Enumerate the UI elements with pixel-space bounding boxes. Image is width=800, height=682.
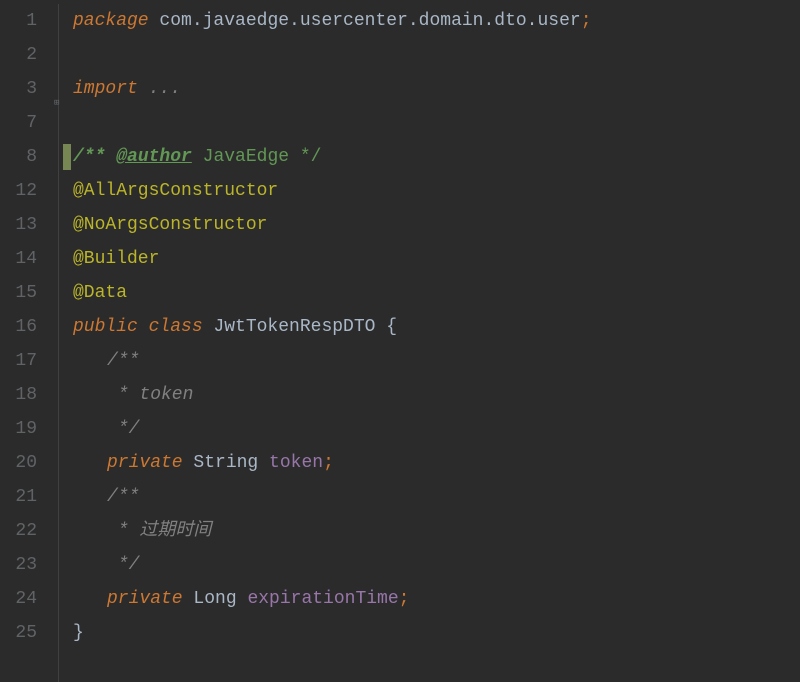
field-expiration: expirationTime (247, 589, 398, 609)
keyword-import: import (73, 79, 138, 99)
javadoc-open: /** (73, 351, 139, 371)
line-number[interactable]: 22 (0, 514, 37, 548)
javadoc-open: /** (73, 487, 139, 507)
line-number[interactable]: 25 (0, 616, 37, 650)
line-number[interactable]: 14 (0, 242, 37, 276)
semicolon: ; (399, 589, 410, 609)
javadoc-close: */ (73, 419, 139, 439)
code-line[interactable]: /** (55, 480, 800, 514)
javadoc-close: */ (300, 147, 322, 167)
keyword-package: package (73, 11, 149, 31)
folded-region[interactable]: ... (138, 79, 181, 99)
code-line[interactable]: @AllArgsConstructor (55, 174, 800, 208)
line-number[interactable]: 23 (0, 548, 37, 582)
package-path: com.javaedge.usercenter.domain.dto.user (149, 11, 581, 31)
semicolon: ; (581, 11, 592, 31)
line-number[interactable]: 1 (0, 4, 37, 38)
line-number[interactable]: 21 (0, 480, 37, 514)
type-long: Long (183, 589, 248, 609)
keyword-private: private (107, 589, 183, 609)
keyword-class: class (138, 317, 203, 337)
javadoc-body: * token (73, 385, 193, 405)
code-line[interactable]: package com.javaedge.usercenter.domain.d… (55, 4, 800, 38)
annotation-allargs: @AllArgsConstructor (73, 181, 278, 201)
field-token: token (269, 453, 323, 473)
javadoc-open: /** (73, 147, 116, 167)
javadoc-author-value: JavaEdge (192, 147, 300, 167)
code-editor: 1 2 3 7 8 12 13 14 15 16 17 18 19 20 21 … (0, 4, 800, 682)
code-line[interactable]: @NoArgsConstructor (55, 208, 800, 242)
code-line[interactable]: */ (55, 548, 800, 582)
code-line-empty[interactable] (55, 38, 800, 72)
code-line[interactable]: } (55, 616, 800, 650)
line-number[interactable]: 2 (0, 38, 37, 72)
code-line[interactable]: private String token; (55, 446, 800, 480)
keyword-public: public (73, 317, 138, 337)
line-gutter: 1 2 3 7 8 12 13 14 15 16 17 18 19 20 21 … (0, 4, 55, 682)
line-number[interactable]: 24 (0, 582, 37, 616)
code-line-empty[interactable] (55, 106, 800, 140)
code-line[interactable]: /** @author JavaEdge */ (55, 140, 800, 174)
line-number[interactable]: 18 (0, 378, 37, 412)
line-number[interactable]: 7 (0, 106, 37, 140)
code-line[interactable]: * token (55, 378, 800, 412)
semicolon: ; (323, 453, 334, 473)
line-number[interactable]: 17 (0, 344, 37, 378)
javadoc-close: */ (73, 555, 139, 575)
line-number[interactable]: 19 (0, 412, 37, 446)
brace-open: { (386, 317, 397, 337)
code-area[interactable]: package com.javaedge.usercenter.domain.d… (55, 4, 800, 682)
javadoc-author-tag: @author (116, 147, 192, 167)
line-number[interactable]: 8 (0, 140, 37, 174)
line-number[interactable]: 20 (0, 446, 37, 480)
type-string: String (183, 453, 269, 473)
annotation-data: @Data (73, 283, 127, 303)
line-number[interactable]: 15 (0, 276, 37, 310)
code-line[interactable]: ⊞ import ... (55, 72, 800, 106)
keyword-private: private (107, 453, 183, 473)
line-number[interactable]: 13 (0, 208, 37, 242)
line-number[interactable]: 12 (0, 174, 37, 208)
class-name: JwtTokenRespDTO (203, 317, 387, 337)
cursor (63, 144, 71, 170)
code-line[interactable]: @Builder (55, 242, 800, 276)
code-line[interactable]: */ (55, 412, 800, 446)
line-number[interactable]: 3 (0, 72, 37, 106)
brace-close: } (73, 623, 84, 643)
annotation-noargs: @NoArgsConstructor (73, 215, 267, 235)
javadoc-body: * 过期时间 (73, 521, 211, 541)
code-line[interactable]: * 过期时间 (55, 514, 800, 548)
code-line[interactable]: private Long expirationTime; (55, 582, 800, 616)
code-line[interactable]: public class JwtTokenRespDTO { (55, 310, 800, 344)
line-number[interactable]: 16 (0, 310, 37, 344)
annotation-builder: @Builder (73, 249, 159, 269)
code-line[interactable]: /** (55, 344, 800, 378)
fold-expand-icon[interactable]: ⊞ (54, 86, 63, 95)
code-line[interactable]: @Data (55, 276, 800, 310)
